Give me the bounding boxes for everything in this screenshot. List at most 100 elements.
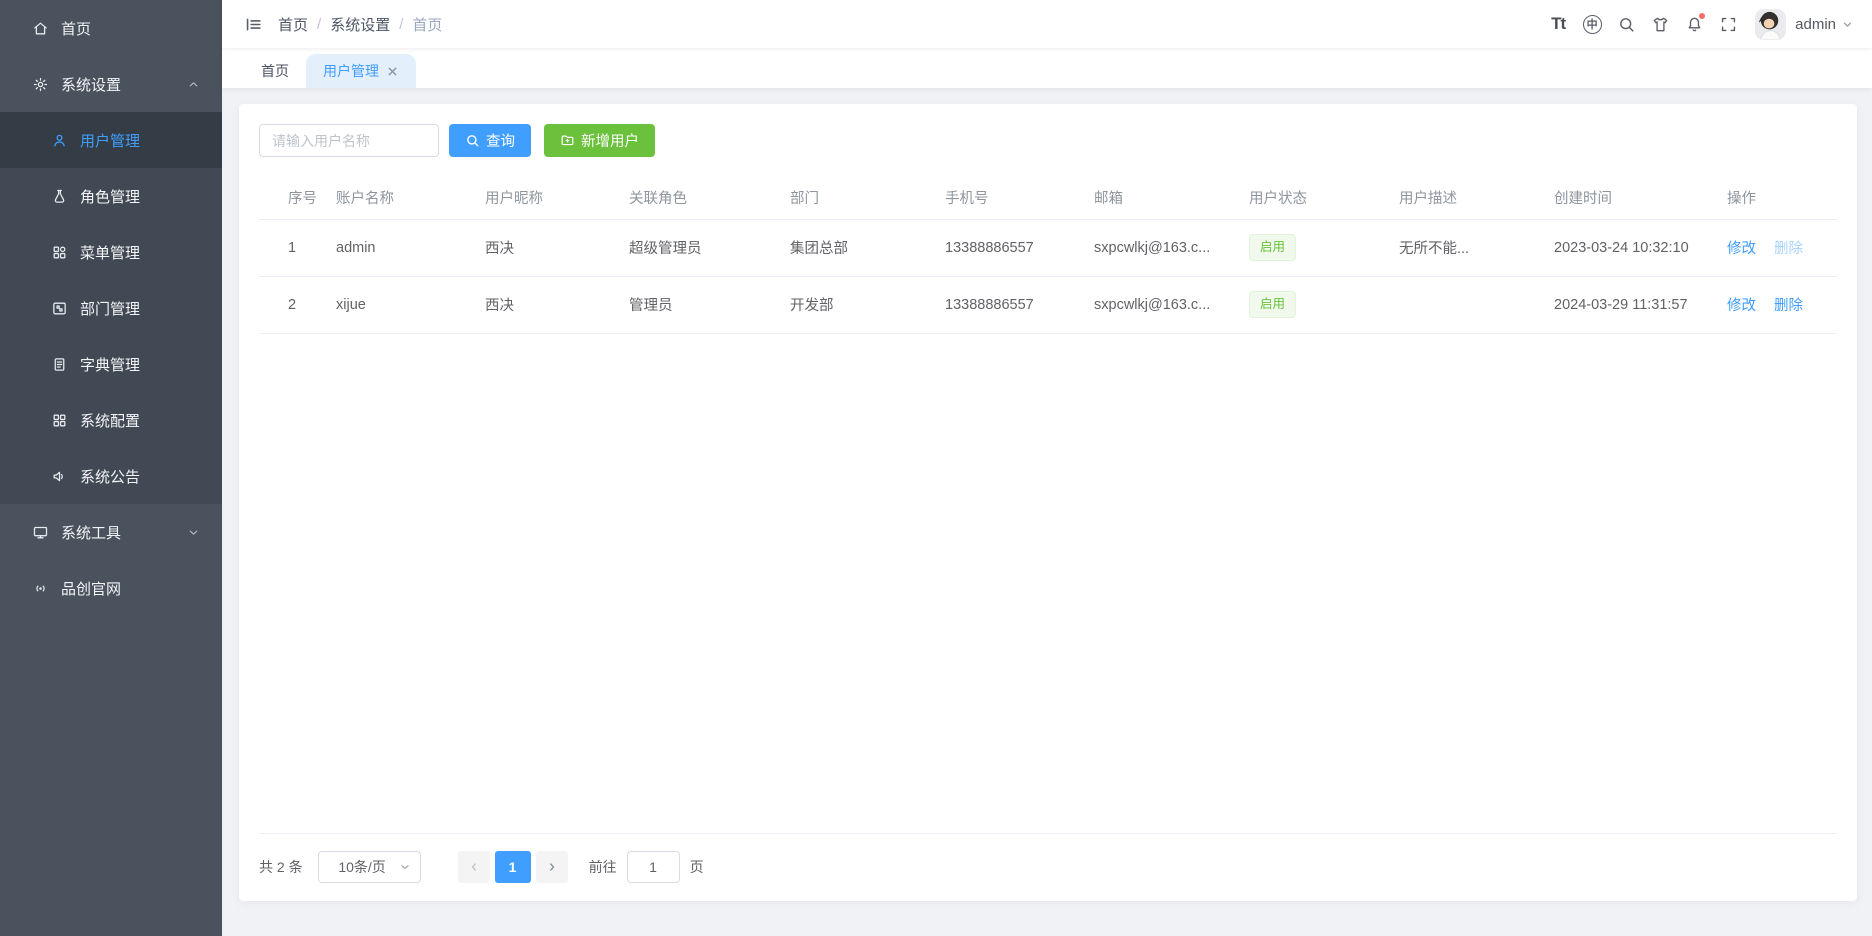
goto-page-input[interactable] — [627, 851, 680, 883]
breadcrumb-item-system-settings[interactable]: 系统设置 — [330, 14, 390, 35]
sidebar-item-label: 系统公告 — [80, 466, 140, 487]
toolbar: 查询 新增用户 — [259, 124, 1837, 157]
tab-label: 首页 — [261, 61, 289, 81]
avatar-image — [1755, 9, 1786, 40]
cell-account: admin — [336, 219, 485, 276]
language-switch-button[interactable]: 中 — [1575, 7, 1609, 41]
delete-link[interactable]: 删除 — [1774, 298, 1803, 314]
theme-button[interactable] — [1643, 7, 1677, 41]
sidebar-item-home[interactable]: 首页 — [0, 0, 222, 56]
sidebar-item-label: 系统工具 — [61, 522, 121, 543]
delete-link[interactable]: 删除 — [1774, 241, 1803, 257]
cell-phone: 13388886557 — [945, 219, 1094, 276]
page-number-1[interactable]: 1 — [495, 851, 531, 883]
chevron-up-icon — [187, 78, 200, 91]
chevron-right-icon — [546, 861, 558, 873]
sidebar-item-system-tools[interactable]: 系统工具 — [0, 504, 222, 560]
notifications-button[interactable] — [1677, 7, 1711, 41]
sidebar-item-label: 用户管理 — [80, 130, 140, 151]
col-header-created-at: 创建时间 — [1554, 176, 1727, 219]
content-area: 查询 新增用户 序号 — [222, 88, 1872, 936]
search-input[interactable] — [259, 124, 439, 157]
col-header-status: 用户状态 — [1249, 176, 1399, 219]
tab-user-management[interactable]: 用户管理 — [306, 54, 416, 88]
sidebar-item-system-config[interactable]: 系统配置 — [0, 392, 222, 448]
sidebar-item-label: 字典管理 — [80, 354, 140, 375]
sidebar-item-system-announcement[interactable]: 系统公告 — [0, 448, 222, 504]
sidebar-item-department-management[interactable]: 部门管理 — [0, 280, 222, 336]
font-size-button[interactable]: Tt — [1541, 7, 1575, 41]
search-icon — [1617, 15, 1636, 34]
document-icon — [51, 356, 68, 373]
search-button-label: 查询 — [486, 130, 515, 151]
cell-email: sxpcwlkj@163.c... — [1094, 276, 1249, 333]
search-button-navbar[interactable] — [1609, 7, 1643, 41]
navbar-actions: Tt 中 — [1541, 7, 1854, 41]
user-management-card: 查询 新增用户 序号 — [239, 104, 1857, 901]
col-header-email: 邮箱 — [1094, 176, 1249, 219]
add-user-button-label: 新增用户 — [581, 130, 639, 151]
cell-role: 超级管理员 — [629, 219, 790, 276]
user-menu[interactable]: admin — [1795, 16, 1854, 33]
status-badge: 启用 — [1249, 291, 1296, 318]
page-size-value: 10条/页 — [338, 857, 385, 877]
chevron-down-icon — [1841, 18, 1854, 31]
table-row: 1 admin 西决 超级管理员 集团总部 13388886557 sxpcwl… — [259, 219, 1837, 276]
search-button[interactable]: 查询 — [449, 124, 531, 157]
sidebar-item-menu-management[interactable]: 菜单管理 — [0, 224, 222, 280]
sidebar-item-role-management[interactable]: 角色管理 — [0, 168, 222, 224]
col-header-no: 序号 — [259, 176, 336, 219]
col-header-account: 账户名称 — [336, 176, 485, 219]
edit-link[interactable]: 修改 — [1727, 298, 1756, 314]
close-icon[interactable] — [386, 65, 399, 78]
breadcrumb-item-current: 首页 — [412, 14, 442, 35]
fold-icon — [244, 15, 263, 34]
sidebar-toggle-button[interactable] — [236, 7, 270, 41]
folder-add-icon — [560, 133, 575, 148]
table-row: 2 xijue 西决 管理员 开发部 13388886557 sxpcwlkj@… — [259, 276, 1837, 333]
next-page-button[interactable] — [536, 851, 568, 883]
chevron-down-icon — [187, 526, 200, 539]
gear-icon — [32, 76, 49, 93]
user-icon — [51, 132, 68, 149]
username-label: admin — [1795, 16, 1836, 33]
tab-label: 用户管理 — [323, 61, 379, 81]
cell-no: 1 — [259, 219, 336, 276]
language-icon: 中 — [1583, 15, 1602, 34]
breadcrumb: 首页 / 系统设置 / 首页 — [278, 14, 442, 35]
sidebar-item-official-website[interactable]: 品创官网 — [0, 560, 222, 616]
notification-dot — [1698, 12, 1706, 20]
tab-home[interactable]: 首页 — [244, 54, 306, 88]
col-header-phone: 手机号 — [945, 176, 1094, 219]
sidebar-item-dictionary-management[interactable]: 字典管理 — [0, 336, 222, 392]
sidebar-item-user-management[interactable]: 用户管理 — [0, 112, 222, 168]
chevron-left-icon — [468, 861, 480, 873]
broadcast-icon — [32, 580, 49, 597]
search-icon — [465, 133, 480, 148]
prev-page-button[interactable] — [458, 851, 490, 883]
add-user-button[interactable]: 新增用户 — [544, 124, 655, 157]
cell-phone: 13388886557 — [945, 276, 1094, 333]
cell-created-at: 2024-03-29 11:31:57 — [1554, 276, 1727, 333]
goto-page-label: 前往 — [589, 857, 617, 877]
tshirt-icon — [1651, 15, 1670, 34]
fullscreen-button[interactable] — [1711, 7, 1745, 41]
cell-description: 无所不能... — [1399, 219, 1554, 276]
avatar[interactable] — [1755, 9, 1786, 40]
flask-icon — [51, 188, 68, 205]
sidebar-item-system-settings[interactable]: 系统设置 — [0, 56, 222, 112]
sidebar-item-label: 品创官网 — [61, 578, 121, 599]
edit-link[interactable]: 修改 — [1727, 241, 1756, 257]
grid-icon — [51, 244, 68, 261]
sidebar: 首页 系统设置 用户管理 角色管理 菜单管理 部门管理 — [0, 0, 222, 936]
total-count-label: 共 2 条 — [259, 857, 303, 877]
sidebar-item-label: 部门管理 — [80, 298, 140, 319]
cell-no: 2 — [259, 276, 336, 333]
cell-status: 启用 — [1249, 276, 1399, 333]
app-root: 首页 系统设置 用户管理 角色管理 菜单管理 部门管理 — [0, 0, 1872, 936]
breadcrumb-item-home[interactable]: 首页 — [278, 14, 308, 35]
page-size-select[interactable]: 10条/页 — [318, 851, 421, 883]
cell-department: 开发部 — [790, 276, 945, 333]
chevron-down-icon — [399, 861, 411, 873]
cell-email: sxpcwlkj@163.c... — [1094, 219, 1249, 276]
